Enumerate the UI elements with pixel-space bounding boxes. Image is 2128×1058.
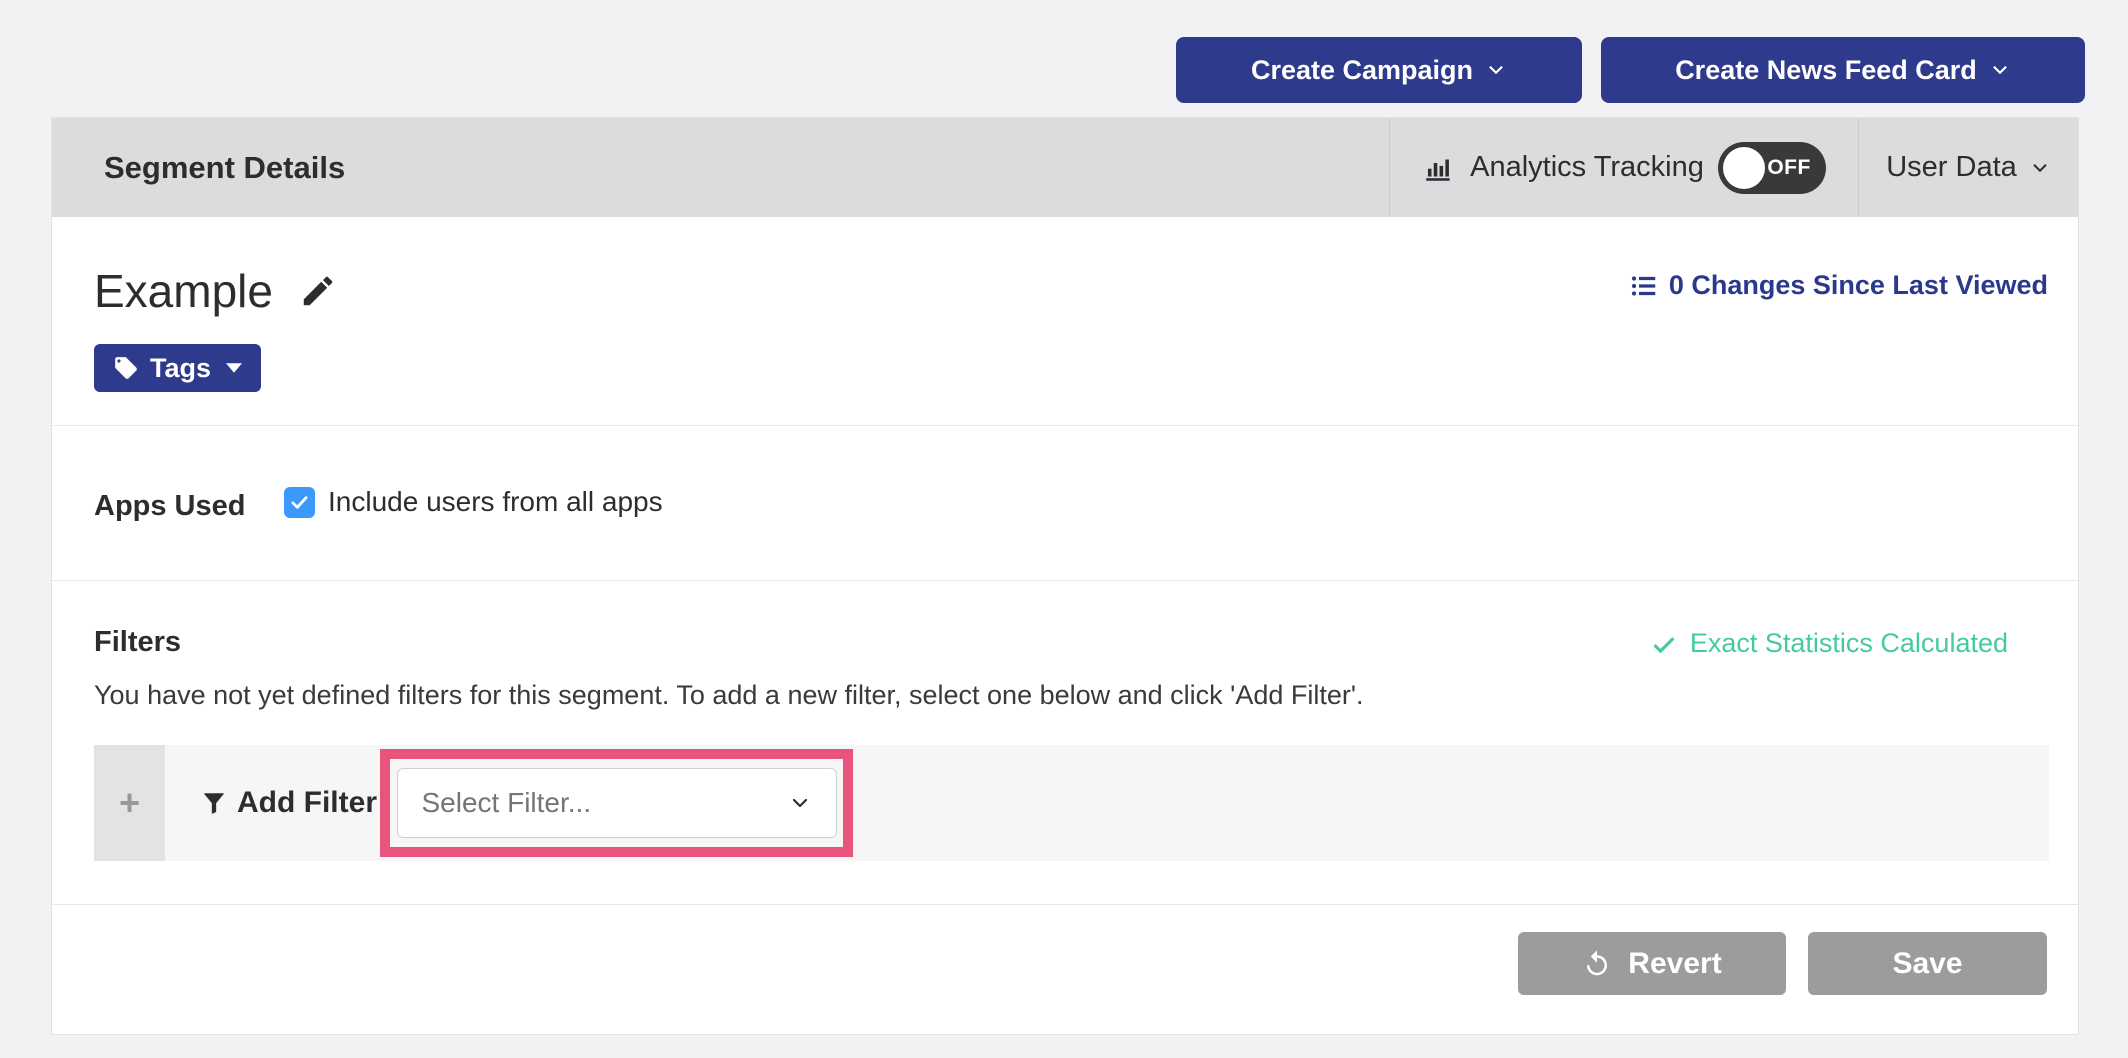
analytics-tracking-label: Analytics Tracking xyxy=(1470,151,1704,184)
chevron-down-icon xyxy=(1989,59,2011,81)
create-campaign-label: Create Campaign xyxy=(1251,55,1473,86)
edit-pencil-icon[interactable] xyxy=(299,272,337,310)
analytics-tracking-toggle[interactable]: OFF xyxy=(1718,142,1826,194)
chevron-down-icon xyxy=(2029,157,2051,179)
filters-description: You have not yet defined filters for thi… xyxy=(94,680,1364,711)
chevron-down-icon xyxy=(788,791,812,815)
card-header: Segment Details Analytics Tracking OFF U… xyxy=(52,118,2078,217)
user-data-label: User Data xyxy=(1886,151,2017,184)
annotation-highlight-box: Select Filter... xyxy=(380,749,853,857)
user-data-dropdown[interactable]: User Data xyxy=(1858,118,2078,217)
filters-title: Filters xyxy=(94,626,181,659)
select-filter-dropdown[interactable]: Select Filter... xyxy=(397,768,837,838)
changes-link-label: 0 Changes Since Last Viewed xyxy=(1669,270,2048,301)
check-icon xyxy=(289,492,310,513)
save-button[interactable]: Save xyxy=(1808,932,2047,995)
apps-used-label: Apps Used xyxy=(94,490,245,523)
select-filter-placeholder: Select Filter... xyxy=(422,787,592,819)
divider xyxy=(52,904,2078,905)
add-filter-plus-cell[interactable]: + xyxy=(94,745,165,861)
include-all-apps-checkbox-group[interactable]: Include users from all apps xyxy=(284,486,663,518)
tag-icon xyxy=(113,355,139,381)
divider xyxy=(52,425,2078,426)
bar-chart-icon xyxy=(1422,151,1456,185)
chevron-down-icon xyxy=(1485,59,1507,81)
create-campaign-button[interactable]: Create Campaign xyxy=(1176,37,1582,103)
revert-button[interactable]: Revert xyxy=(1518,932,1786,995)
analytics-tracking-section: Analytics Tracking OFF xyxy=(1389,118,1858,217)
save-label: Save xyxy=(1892,947,1962,981)
create-news-feed-card-button[interactable]: Create News Feed Card xyxy=(1601,37,2085,103)
divider xyxy=(52,580,2078,581)
page-title: Segment Details xyxy=(104,150,345,186)
revert-label: Revert xyxy=(1628,947,1721,981)
header-spacer xyxy=(345,118,1389,217)
include-all-apps-checkbox[interactable] xyxy=(284,487,315,518)
toggle-knob xyxy=(1723,147,1765,189)
toggle-state-label: OFF xyxy=(1767,156,1811,180)
changes-since-last-viewed-link[interactable]: 0 Changes Since Last Viewed xyxy=(1629,270,2048,301)
tags-label: Tags xyxy=(150,353,211,384)
exact-statistics-label: Exact Statistics Calculated xyxy=(1690,628,2008,659)
exact-statistics-status: Exact Statistics Calculated xyxy=(1650,628,2008,659)
segment-name: Example xyxy=(94,261,273,321)
add-filter-row: + Add Filter Select Filter... xyxy=(94,745,2049,861)
plus-icon: + xyxy=(119,785,140,821)
funnel-icon xyxy=(201,790,227,816)
create-news-feed-card-label: Create News Feed Card xyxy=(1675,55,1977,86)
tags-button[interactable]: Tags xyxy=(94,344,261,392)
include-all-apps-label: Include users from all apps xyxy=(328,486,663,518)
segment-name-row: Example xyxy=(94,261,337,321)
add-filter-control[interactable]: Add Filter xyxy=(201,745,377,861)
list-icon xyxy=(1629,271,1659,301)
revert-icon xyxy=(1582,949,1612,979)
segment-details-card: Segment Details Analytics Tracking OFF U… xyxy=(51,117,2079,1035)
check-icon xyxy=(1650,630,1678,658)
caret-down-icon xyxy=(226,363,242,373)
add-filter-label: Add Filter xyxy=(237,786,377,820)
